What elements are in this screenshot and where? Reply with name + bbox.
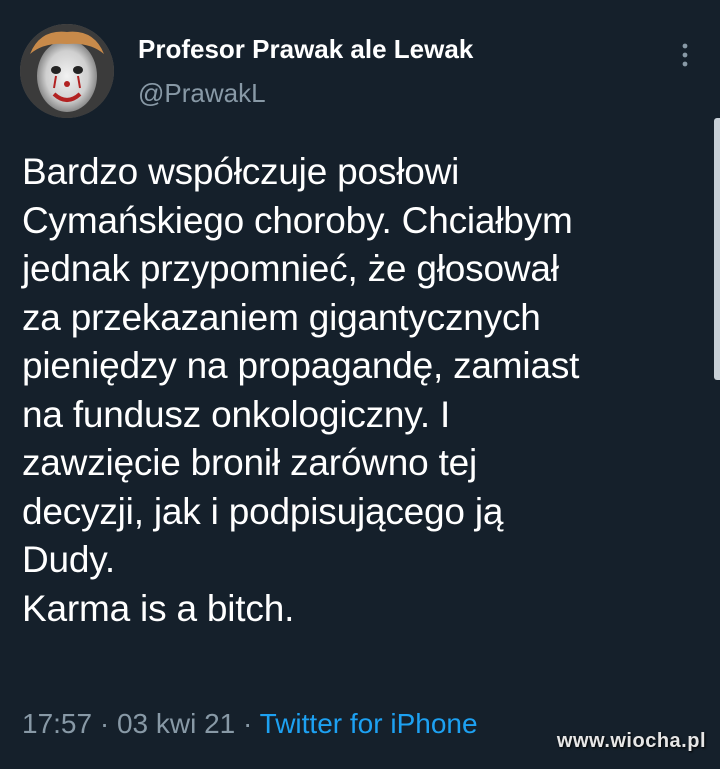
scrollbar[interactable] xyxy=(714,118,720,380)
tweet-text-line: decyzji, jak i podpisującego ją xyxy=(22,490,504,532)
clown-avatar-icon xyxy=(20,24,114,118)
tweet-text-line: na fundusz onkologiczny. I xyxy=(22,393,451,435)
tweet-text-line: Karma is a bitch. xyxy=(22,587,295,629)
author-display-name[interactable]: Profesor Prawak ale Lewak xyxy=(138,34,473,65)
tweet-meta: 17:57 · 03 kwi 21 · Twitter for iPhone xyxy=(22,708,478,740)
tweet-source-link[interactable]: Twitter for iPhone xyxy=(260,708,478,739)
meta-separator: · xyxy=(92,708,117,739)
author-avatar[interactable] xyxy=(20,24,114,118)
tweet-text: Bardzo współczuje posłowi Cymańskiego ch… xyxy=(22,148,702,633)
tweet-date[interactable]: 03 kwi 21 xyxy=(117,708,235,739)
tweet-time[interactable]: 17:57 xyxy=(22,708,92,739)
site-watermark: www.wiocha.pl xyxy=(556,730,706,752)
tweet-text-line: Dudy. xyxy=(22,539,115,580)
author-handle[interactable]: @PrawakL xyxy=(138,78,266,109)
meta-separator: · xyxy=(235,708,260,739)
tweet-card: Profesor Prawak ale Lewak @PrawakL Bardz… xyxy=(0,0,720,769)
tweet-text-line: Cymańskiego choroby. Chciałbym xyxy=(22,199,573,241)
more-options-icon[interactable] xyxy=(674,40,696,70)
tweet-text-line: Bardzo współczuje posłowi xyxy=(22,151,460,192)
tweet-text-line: jednak przypomnieć, że głosował xyxy=(22,248,559,289)
tweet-text-line: za przekazaniem gigantycznych xyxy=(22,296,541,338)
tweet-text-line: zawzięcie bronił zarówno tej xyxy=(22,442,478,483)
tweet-text-line: pieniędzy na propagandę, zamiast xyxy=(22,345,580,386)
